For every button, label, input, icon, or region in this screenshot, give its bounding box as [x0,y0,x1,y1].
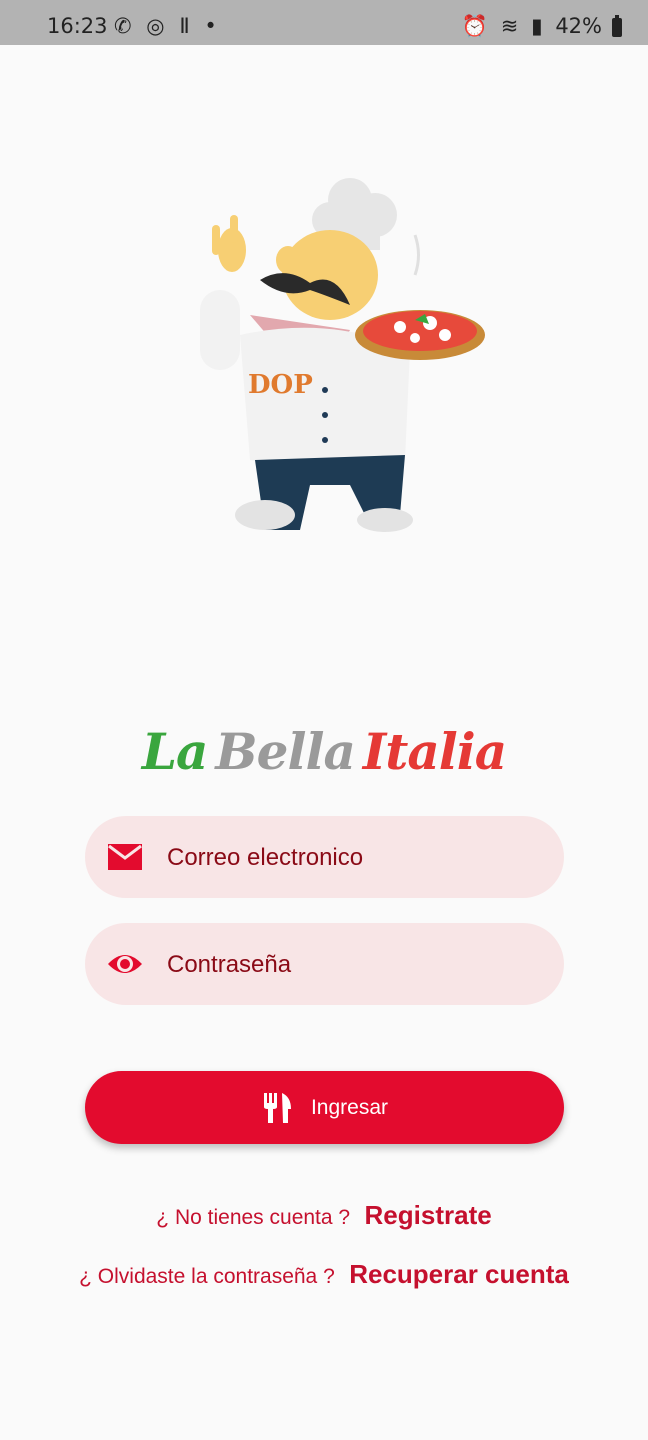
recover-row: ¿ Olvidaste la contraseña ? Recuperar cu… [0,1259,648,1290]
registrate-link[interactable]: Registrate [365,1200,492,1230]
recover-question: ¿ Olvidaste la contraseña ? [79,1265,335,1288]
app-icon: Ⅱ [179,14,190,38]
chef-mascot-image: DOP [200,178,485,532]
email-field-container[interactable] [85,816,564,900]
register-row: ¿ No tienes cuenta ? Registrate [0,1200,648,1231]
dot-icon: • [204,14,217,38]
eye-icon[interactable] [107,947,143,981]
status-right-icons: ⏰ ≋ ▮ 42% [456,14,602,39]
logo-word-la: La [141,722,209,781]
fork-knife-icon [263,1092,291,1123]
status-left-icons: ✆ ◎ Ⅱ • [114,14,225,38]
svg-text:DOP: DOP [248,370,313,400]
signal-icon: ▮ [531,14,543,38]
password-field-container[interactable] [85,923,564,1007]
alarm-icon: ⏰ [461,14,489,38]
logo-word-bella: Bella [215,722,355,781]
status-time: 16:23 [47,14,108,38]
missed-call-icon: ✆ [114,14,132,38]
logo-word-italia: Italia [362,722,507,781]
mail-icon [108,844,142,870]
wifi-icon: ≋ [500,14,519,38]
recuperar-cuenta-link[interactable]: Recuperar cuenta [349,1259,569,1289]
battery-percent: 42% [555,14,602,38]
battery-icon [612,15,622,37]
la-bella-italia-logo: La Bella Italia [0,722,648,781]
password-field[interactable] [165,923,549,1007]
ingresar-label: Ingresar [310,1095,389,1119]
whatsapp-icon: ◎ [146,14,165,38]
status-bar: 16:23 ✆ ◎ Ⅱ • ⏰ ≋ ▮ 42% [0,0,648,45]
register-question: ¿ No tienes cuenta ? [156,1206,351,1229]
email-field[interactable] [165,816,549,900]
ingresar-button[interactable]: Ingresar [85,1071,564,1144]
